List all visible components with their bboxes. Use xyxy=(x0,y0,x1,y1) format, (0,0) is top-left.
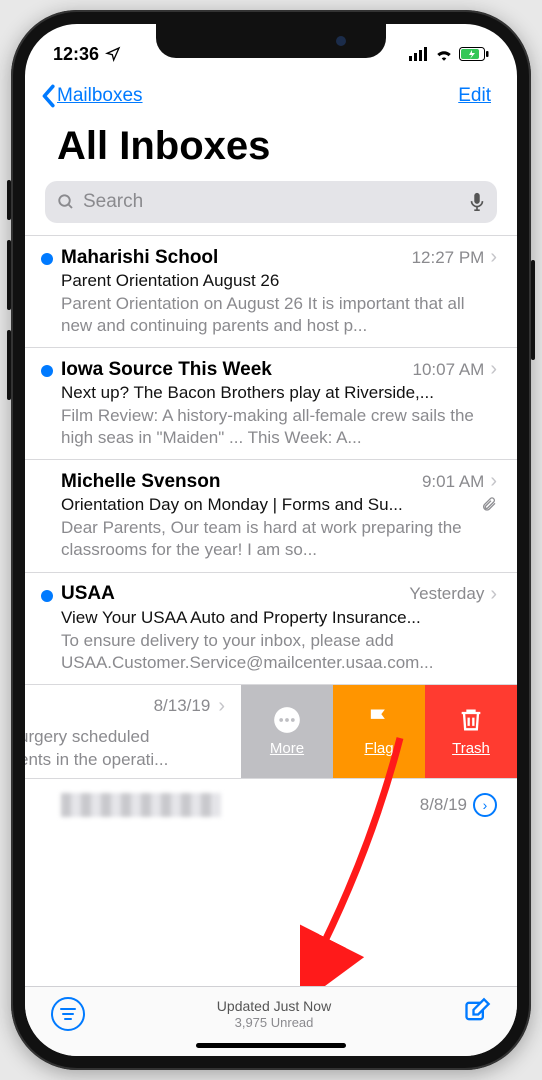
flag-label: Flag xyxy=(364,740,393,757)
cell-signal-icon xyxy=(409,47,429,61)
filter-icon xyxy=(59,1007,77,1021)
wifi-icon xyxy=(435,47,453,61)
edit-button[interactable]: Edit xyxy=(458,85,491,107)
thread-detail-icon[interactable]: › xyxy=(473,793,497,817)
email-time: Yesterday xyxy=(409,584,484,604)
preview: To ensure delivery to your inbox, please… xyxy=(61,628,497,674)
dictation-icon[interactable] xyxy=(469,192,485,212)
flag-action[interactable]: Flag xyxy=(333,685,425,778)
status-time: 12:36 xyxy=(53,44,99,65)
chevron-right-icon: › xyxy=(218,695,225,718)
location-icon xyxy=(105,46,121,62)
back-label: Mailboxes xyxy=(57,85,143,107)
sender: Maharishi School xyxy=(61,247,218,269)
sender: USAA xyxy=(61,583,115,605)
preview: urgery scheduled xyxy=(25,726,231,749)
chevron-right-icon: › xyxy=(490,583,497,606)
search-icon xyxy=(57,193,75,211)
unread-count: 3,975 Unread xyxy=(85,1015,463,1032)
email-row[interactable]: 8/8/19 › xyxy=(25,778,517,833)
email-row[interactable]: Michelle Svenson 9:01 AM › Orientation Da… xyxy=(25,459,517,571)
sender: Iowa Source This Week xyxy=(61,359,272,381)
page-title: All Inboxes xyxy=(25,114,517,181)
attachment-icon xyxy=(481,495,497,513)
filter-button[interactable] xyxy=(51,997,85,1031)
email-row[interactable]: Iowa Source This Week 10:07 AM› Next up?… xyxy=(25,347,517,459)
search-field[interactable]: Search xyxy=(45,181,497,223)
preview: Parent Orientation on August 26 It is im… xyxy=(61,291,497,337)
redacted-sender xyxy=(61,793,221,817)
flag-icon xyxy=(365,706,393,734)
preview: Dear Parents, Our team is hard at work p… xyxy=(61,515,497,561)
preview: Film Review: A history-making all-female… xyxy=(61,403,497,449)
trash-label: Trash xyxy=(452,740,490,757)
chevron-left-icon xyxy=(39,84,57,108)
email-row[interactable]: USAA Yesterday › View Your USAA Auto and … xyxy=(25,572,517,684)
home-indicator[interactable] xyxy=(196,1043,346,1048)
email-time: 9:01 AM xyxy=(422,472,484,492)
unread-dot xyxy=(41,590,53,602)
compose-button[interactable] xyxy=(463,997,491,1030)
trash-icon xyxy=(457,706,485,734)
preview: ents in the operati... xyxy=(25,749,231,772)
battery-charging-icon xyxy=(459,47,489,61)
back-button[interactable]: Mailboxes xyxy=(39,84,143,108)
subject: Orientation Day on Monday | Forms and Su… xyxy=(61,493,473,515)
trash-action[interactable]: Trash xyxy=(425,685,517,778)
inbox-list[interactable]: Maharishi School 12:27 PM› Parent Orient… xyxy=(25,227,517,986)
search-placeholder: Search xyxy=(83,191,461,213)
subject: Next up? The Bacon Brothers play at Rive… xyxy=(61,381,497,403)
email-time: 12:27 PM xyxy=(412,248,485,268)
subject: View Your USAA Auto and Property Insuran… xyxy=(61,606,497,628)
more-icon xyxy=(273,706,301,734)
unread-dot xyxy=(41,365,53,377)
email-time: 8/8/19 xyxy=(420,795,467,815)
email-time: 8/13/19 xyxy=(154,696,211,716)
compose-icon xyxy=(463,997,491,1025)
more-action[interactable]: More xyxy=(241,685,333,778)
chevron-right-icon: › xyxy=(490,470,497,493)
email-time: 10:07 AM xyxy=(413,360,485,380)
sender: Michelle Svenson xyxy=(61,471,220,493)
more-label: More xyxy=(270,740,304,757)
chevron-right-icon: › xyxy=(490,246,497,269)
sync-status: Updated Just Now xyxy=(85,997,463,1015)
email-row-swiped[interactable]: 8/13/19 › urgery scheduled ents in the op… xyxy=(25,684,517,778)
unread-dot xyxy=(41,253,53,265)
email-row[interactable]: Maharishi School 12:27 PM› Parent Orient… xyxy=(25,235,517,347)
subject: Parent Orientation August 26 xyxy=(61,269,497,291)
chevron-right-icon: › xyxy=(490,358,497,381)
